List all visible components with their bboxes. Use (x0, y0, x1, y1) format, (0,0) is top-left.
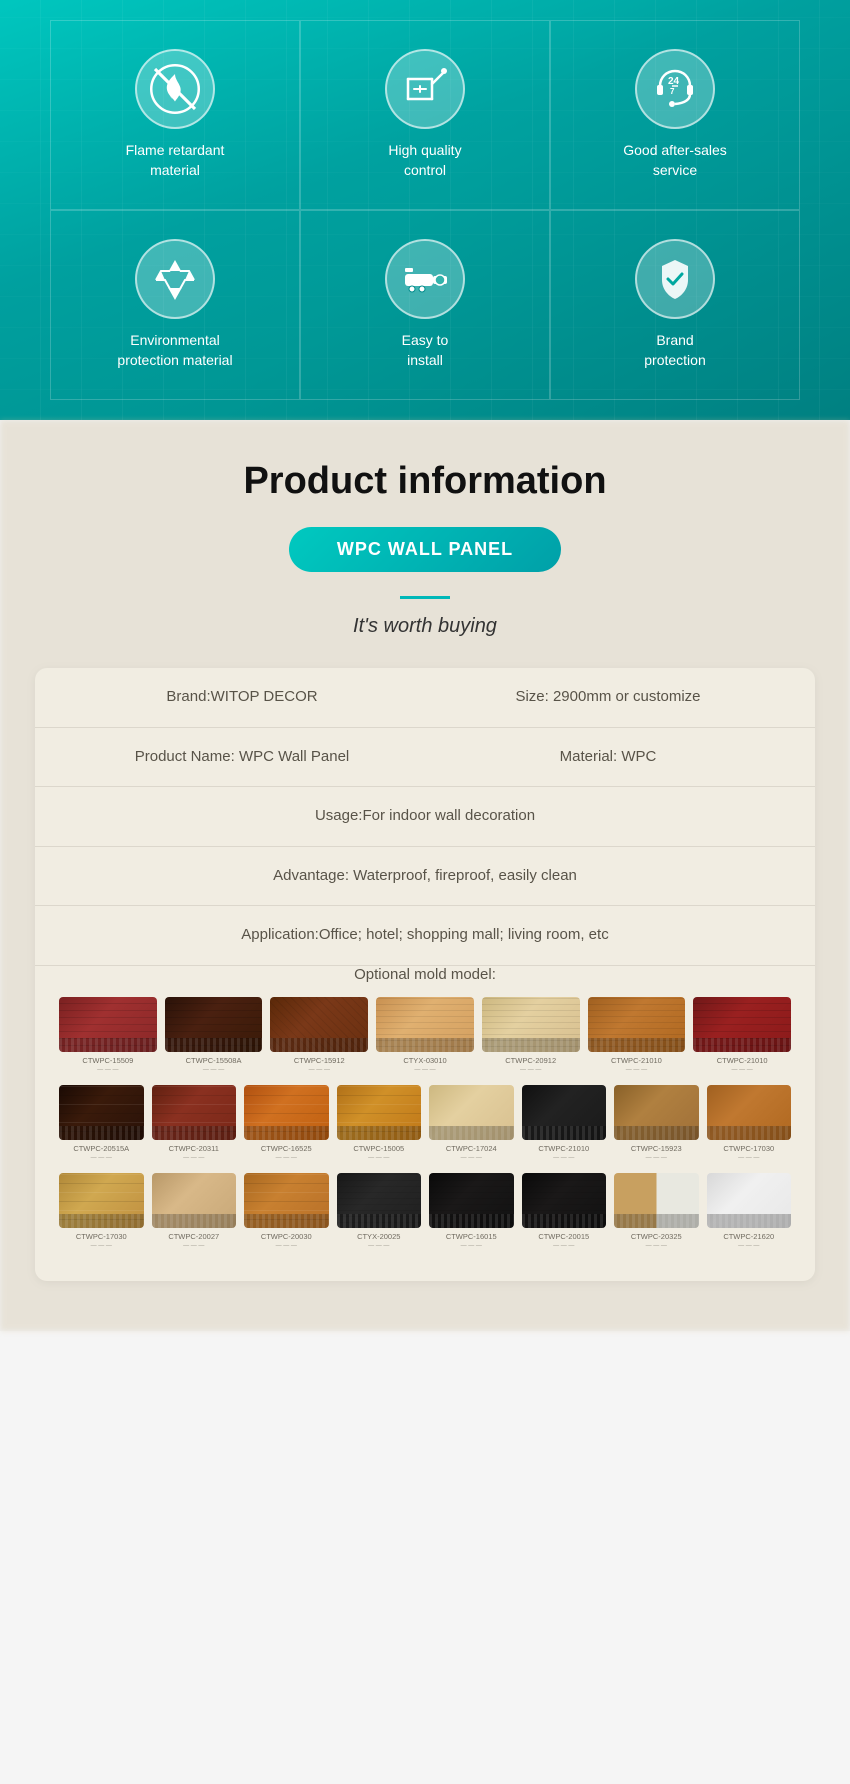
mold-swatch-2-5 (522, 1173, 607, 1228)
mold-swatch-2-0 (59, 1173, 144, 1228)
teal-divider (400, 596, 450, 599)
product-title: Product information (20, 460, 830, 503)
feature-cell-install: Easy to install (300, 210, 550, 400)
feature-cell-quality: High quality control (300, 20, 550, 210)
mold-swatch-0-3 (376, 997, 474, 1052)
mold-swatch-1-4 (429, 1085, 514, 1140)
mold-swatch-1-7 (707, 1085, 792, 1140)
features-grid: Flame retardant material High quality co… (50, 20, 800, 400)
quality-icon (385, 49, 465, 129)
mold-swatch-0-5 (588, 997, 686, 1052)
feature-label-eco: Environmental protection material (117, 331, 232, 370)
brand-icon (635, 239, 715, 319)
mold-swatch-2-4 (429, 1173, 514, 1228)
mold-swatch-0-1 (165, 997, 263, 1052)
mold-swatch-1-6 (614, 1085, 699, 1140)
mold-swatch-2-2 (244, 1173, 329, 1228)
mold-swatch-1-0 (59, 1085, 144, 1140)
flame-icon (135, 49, 215, 129)
mold-swatch-2-3 (337, 1173, 422, 1228)
mold-swatch-2-6 (614, 1173, 699, 1228)
feature-label-brand: Brand protection (644, 331, 705, 370)
feature-cell-flame: Flame retardant material (50, 20, 300, 210)
mold-swatch-1-1 (152, 1085, 237, 1140)
product-tagline: It's worth buying (20, 615, 830, 638)
mold-swatch-1-5 (522, 1085, 607, 1140)
feature-cell-brand: Brand protection (550, 210, 800, 400)
feature-label-quality: High quality control (388, 141, 461, 180)
hero-section: Flame retardant material High quality co… (0, 0, 850, 420)
feature-label-service: Good after-sales service (623, 141, 727, 180)
service-icon: 24 7 (635, 49, 715, 129)
product-section: Product information WPC WALL PANEL It's … (0, 420, 850, 1331)
svg-text:7: 7 (670, 87, 675, 96)
feature-label-flame: Flame retardant material (126, 141, 225, 180)
mold-swatch-1-2 (244, 1085, 329, 1140)
eco-icon (135, 239, 215, 319)
install-icon (385, 239, 465, 319)
mold-swatch-2-7 (707, 1173, 792, 1228)
feature-cell-eco: Environmental protection material (50, 210, 300, 400)
mold-swatch-2-1 (152, 1173, 237, 1228)
mold-swatch-0-6 (693, 997, 791, 1052)
mold-swatch-0-4 (482, 997, 580, 1052)
wpc-badge: WPC WALL PANEL (289, 527, 561, 572)
mold-swatch-0-0 (59, 997, 157, 1052)
feature-label-install: Easy to install (402, 331, 449, 370)
mold-swatch-1-3 (337, 1085, 422, 1140)
feature-cell-service: 24 7 Good after-sales service (550, 20, 800, 210)
mold-swatch-0-2 (270, 997, 368, 1052)
